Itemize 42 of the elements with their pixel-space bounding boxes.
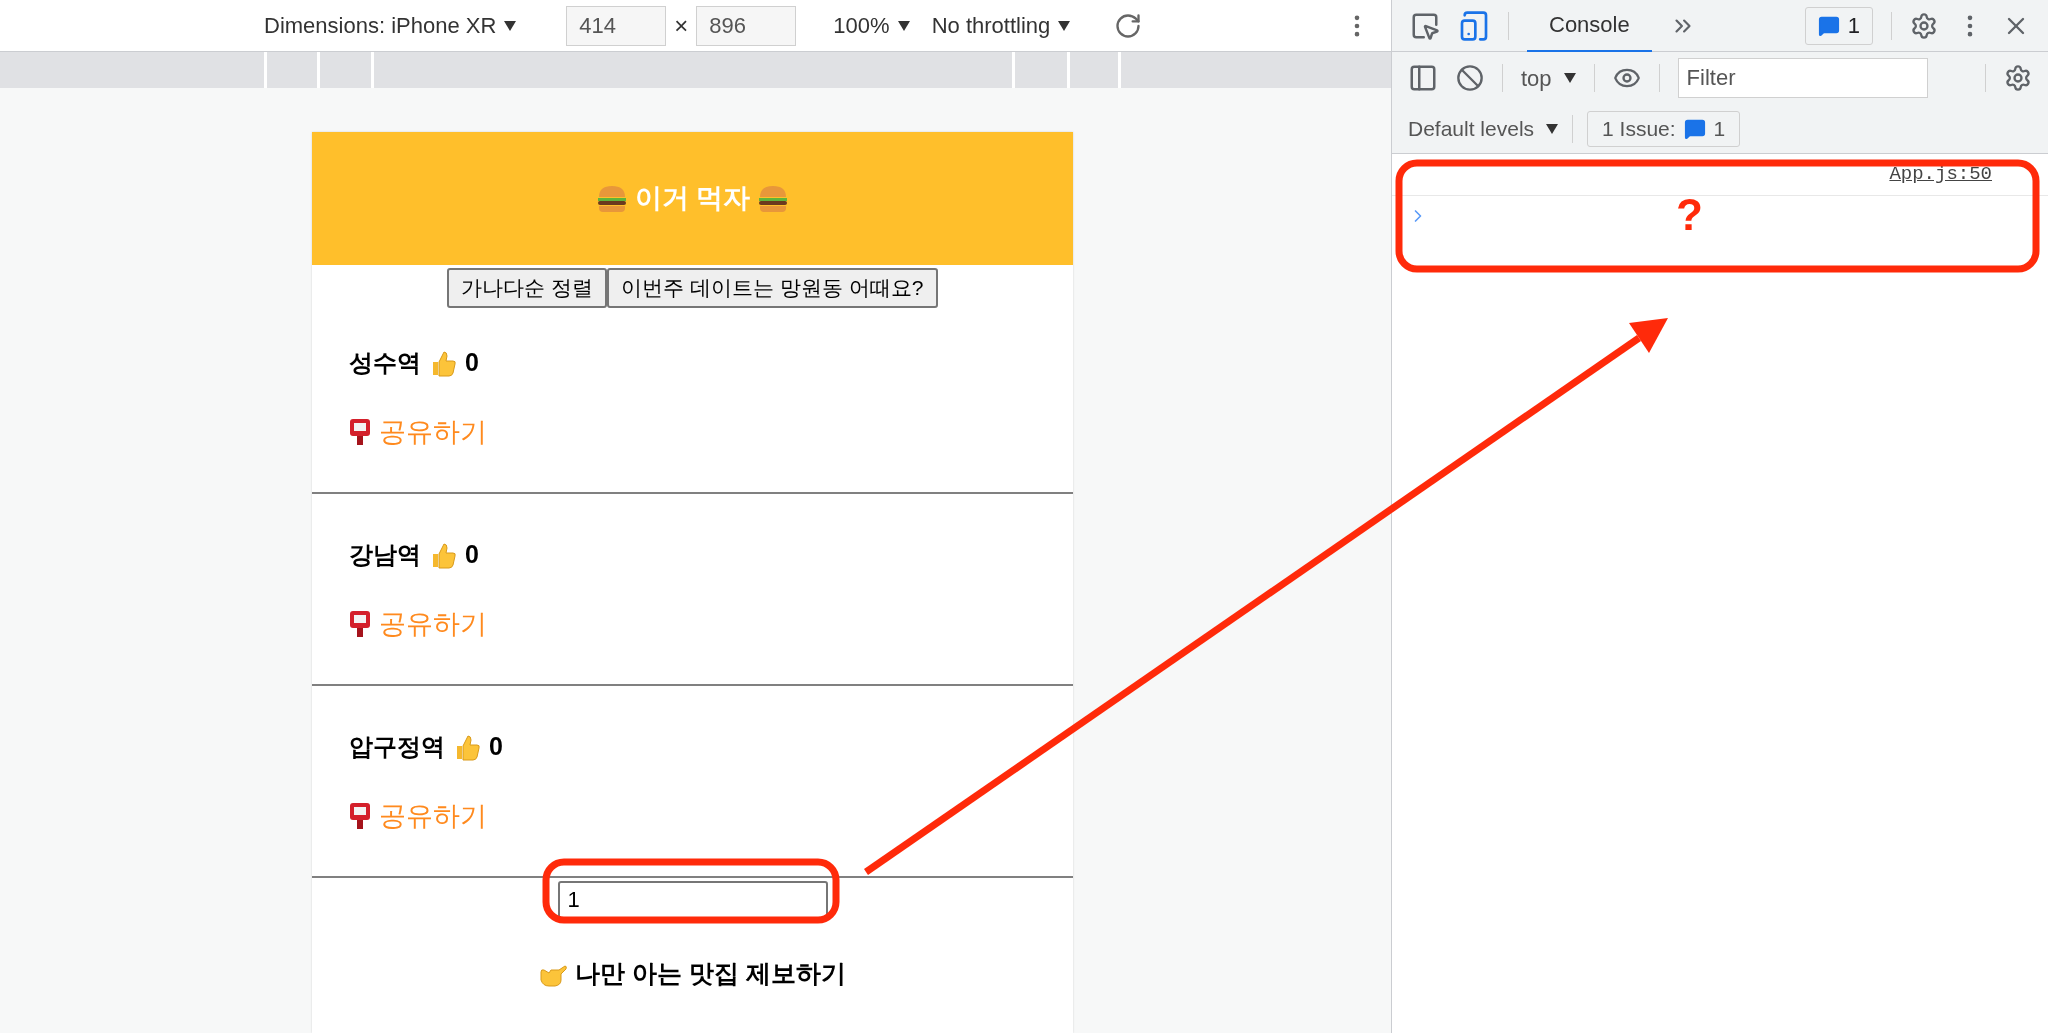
annotation-question-mark: ?: [1676, 193, 1703, 237]
message-icon: [1683, 117, 1706, 140]
device-dropdown[interactable]: Dimensions: iPhone XR: [264, 9, 517, 42]
rotate-icon[interactable]: [1114, 11, 1143, 40]
dropdown-caret-icon: [1058, 20, 1071, 31]
console-settings-icon[interactable]: [2004, 64, 2032, 92]
sidebar-toggle-icon[interactable]: [1408, 63, 1438, 93]
action-button[interactable]: 가나다순 정렬: [447, 268, 608, 308]
dropdown-caret-icon: [504, 20, 517, 31]
burger-icon: [596, 184, 627, 213]
issues-button[interactable]: 1 Issue: 1: [1587, 110, 1741, 147]
dropdown-caret-icon: [1563, 73, 1576, 83]
issues-counter[interactable]: 1: [1804, 6, 1873, 45]
text-input-field[interactable]: 1: [557, 881, 828, 919]
like-count: 0: [465, 539, 479, 571]
device-toggle-icon[interactable]: [1458, 9, 1490, 42]
message-icon: [1817, 14, 1840, 37]
place-name: 성수역: [349, 348, 421, 378]
zoom-dropdown[interactable]: 100%: [833, 9, 910, 42]
place-name: 강남역: [349, 540, 421, 570]
source-link[interactable]: App.js:50: [1889, 160, 1992, 189]
postbox-icon: [349, 418, 371, 446]
settings-icon[interactable]: [1910, 11, 1938, 40]
clear-console-icon[interactable]: [1456, 64, 1484, 92]
postbox-icon: [349, 610, 371, 638]
dropdown-caret-icon: [897, 20, 910, 31]
throttling-dropdown[interactable]: No throttling: [931, 9, 1071, 42]
burger-icon: [758, 184, 789, 213]
height-field[interactable]: 896: [696, 5, 797, 46]
times-sign: ×: [674, 10, 689, 41]
width-field[interactable]: 414: [566, 5, 667, 46]
place-name: 압구정역: [349, 732, 445, 762]
filter-field[interactable]: Filter: [1677, 58, 1928, 98]
dropdown-caret-icon: [1546, 123, 1559, 134]
app-title: 이거 먹자: [634, 182, 751, 216]
like-count: 0: [489, 731, 503, 763]
action-button[interactable]: 이번주 데이트는 망원동 어때요?: [607, 268, 938, 308]
footer-heading: 나만 아는 맛집 제보하기: [575, 958, 846, 989]
like-count: 0: [465, 347, 479, 379]
levels-dropdown[interactable]: Default levels: [1408, 112, 1559, 145]
postbox-icon: [349, 802, 371, 830]
context-dropdown[interactable]: top: [1521, 61, 1576, 95]
